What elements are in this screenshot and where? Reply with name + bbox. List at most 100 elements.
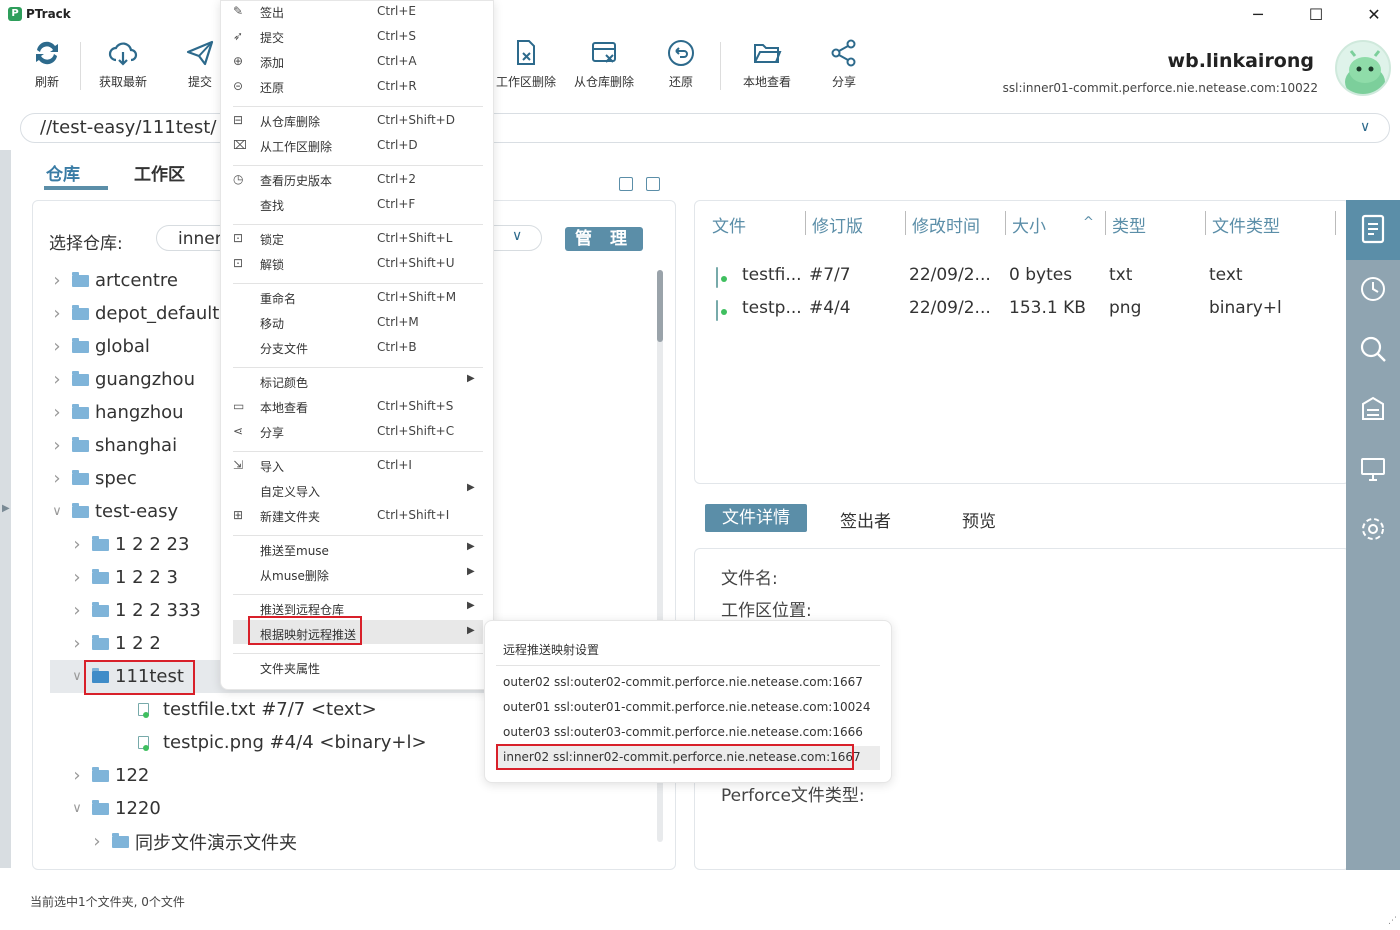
menu-item[interactable]: 自定义导入 ▶ — [221, 479, 495, 503]
menu-divider — [233, 451, 483, 452]
toolbar-get-latest-button[interactable]: 获取最新 — [85, 38, 161, 90]
tree-folder[interactable]: ∨ 1220 — [50, 792, 650, 825]
menu-item[interactable]: 标记颜色 ▶ — [221, 370, 495, 394]
menu-item[interactable]: 重命名 Ctrl+Shift+M — [221, 286, 495, 310]
chevron-right-icon[interactable]: › — [70, 534, 84, 555]
chevron-right-icon[interactable]: › — [70, 633, 84, 654]
chevron-right-icon[interactable]: › — [90, 831, 104, 852]
toolbar-refresh-button[interactable]: 刷新 — [9, 38, 85, 90]
menu-item[interactable]: ⋖ 分享 Ctrl+Shift+C — [221, 420, 495, 444]
menu-item[interactable]: 文件夹属性 — [221, 656, 495, 680]
menu-item[interactable]: ➶ 提交 Ctrl+S — [221, 25, 495, 49]
tab-checkout-users[interactable]: 签出者 — [840, 507, 891, 532]
column-divider — [1005, 211, 1006, 235]
chevron-right-icon[interactable]: › — [50, 270, 64, 291]
chevron-right-icon[interactable]: › — [70, 600, 84, 621]
menu-item[interactable]: ▭ 本地查看 Ctrl+Shift+S — [221, 395, 495, 419]
maximize-button[interactable]: ☐ — [1302, 4, 1330, 26]
submenu-item-outer02[interactable]: outer02 ssl:outer02-commit.perforce.nie.… — [503, 675, 863, 689]
menu-item-shortcut: Ctrl+B — [377, 340, 417, 354]
sort-asc-icon[interactable]: ^ — [1083, 215, 1094, 230]
menu-item[interactable]: ⊞ 新建文件夹 Ctrl+Shift+I — [221, 504, 495, 528]
toolbar-ws-delete-button[interactable]: 工作区删除 — [488, 38, 564, 90]
avatar[interactable] — [1335, 40, 1391, 96]
column-header-modified[interactable]: 修改时间 — [912, 212, 980, 237]
menu-item[interactable]: ⌧ 从工作区删除 Ctrl+D — [221, 134, 495, 158]
column-header-revision[interactable]: 修订版 — [812, 212, 863, 237]
column-header-size[interactable]: 大小 — [1012, 212, 1046, 237]
rail-history-button[interactable] — [1346, 275, 1400, 307]
resize-grip-icon[interactable]: ⋰ — [1388, 916, 1397, 926]
manage-button[interactable]: 管 理 — [565, 227, 643, 251]
chevron-right-icon[interactable]: › — [50, 336, 64, 357]
rail-stamp-button[interactable] — [1346, 395, 1400, 427]
chevron-right-icon[interactable]: › — [50, 435, 64, 456]
menu-item[interactable]: ⊡ 解锁 Ctrl+Shift+U — [221, 252, 495, 276]
filter-view-icon[interactable] — [646, 177, 660, 191]
menu-item[interactable]: ⊝ 还原 Ctrl+R — [221, 75, 495, 99]
close-button[interactable]: ✕ — [1360, 4, 1388, 26]
file-delete-icon — [517, 40, 535, 65]
menu-divider — [233, 165, 483, 166]
rail-settings-button[interactable] — [1346, 515, 1400, 547]
column-header-type[interactable]: 类型 — [1112, 212, 1146, 237]
chevron-down-icon[interactable]: ∨ — [70, 801, 84, 816]
folder-icon — [92, 601, 109, 617]
tab-underline — [44, 186, 108, 190]
chevron-down-icon[interactable]: ∨ — [1360, 119, 1370, 135]
menu-divider — [233, 594, 483, 595]
minimize-button[interactable]: ─ — [1244, 4, 1272, 26]
toolbar-revert-button[interactable]: 还原 — [643, 38, 719, 90]
tab-file-detail[interactable]: 文件详情 — [705, 504, 807, 532]
menu-item[interactable]: ◷ 查看历史版本 Ctrl+2 — [221, 168, 495, 192]
menu-item[interactable]: ⊡ 锁定 Ctrl+Shift+L — [221, 227, 495, 251]
chevron-down-icon[interactable]: ∨ — [70, 669, 84, 684]
chevron-down-icon[interactable]: ∨ — [512, 228, 522, 244]
menu-item-label: 解锁 — [260, 258, 285, 272]
table-row[interactable]: testfi... #7/7 22/09/2... 0 bytes txt te… — [712, 264, 1332, 292]
chevron-right-icon[interactable]: › — [50, 369, 64, 390]
menu-item[interactable]: 查找 Ctrl+F — [221, 193, 495, 217]
tree-label: 同步文件演示文件夹 — [135, 832, 297, 854]
chevron-right-icon[interactable]: ▶ — [2, 503, 10, 514]
status-bar-text: 当前选中1个文件夹, 0个文件 — [30, 895, 185, 909]
menu-item[interactable]: ⊟ 从仓库删除 Ctrl+Shift+D — [221, 109, 495, 133]
tree-label: testfile.txt #7/7 <text> — [163, 699, 377, 720]
list-view-icon[interactable] — [619, 177, 633, 191]
column-header-file[interactable]: 文件 — [712, 212, 746, 237]
folder-icon — [72, 337, 89, 353]
file-delete-icon: ⌧ — [233, 138, 247, 152]
submenu-item-outer01[interactable]: outer01 ssl:outer01-commit.perforce.nie.… — [503, 700, 871, 714]
menu-item[interactable]: 移动 Ctrl+M — [221, 311, 495, 335]
chevron-right-icon[interactable]: › — [50, 402, 64, 423]
rail-monitor-button[interactable] — [1346, 455, 1400, 487]
tree-label: hangzhou — [95, 402, 184, 423]
menu-item[interactable]: ⊕ 添加 Ctrl+A — [221, 50, 495, 74]
submenu-item-outer03[interactable]: outer03 ssl:outer03-commit.perforce.nie.… — [503, 725, 863, 739]
chevron-right-icon[interactable]: › — [70, 765, 84, 786]
table-row[interactable]: testp... #4/4 22/09/2... 153.1 KB png bi… — [712, 297, 1332, 325]
tab-preview[interactable]: 预览 — [962, 507, 996, 532]
highlight-box-menu — [248, 616, 362, 645]
tab-workspace[interactable]: 工作区 — [134, 160, 185, 185]
chevron-right-icon[interactable]: › — [50, 303, 64, 324]
menu-item[interactable]: 分支文件 Ctrl+B — [221, 336, 495, 360]
menu-item[interactable]: ⇲ 导入 Ctrl+I — [221, 454, 495, 478]
toolbar-label: 本地查看 — [742, 75, 791, 89]
tab-repo[interactable]: 仓库 — [46, 160, 80, 185]
chevron-down-icon[interactable]: ∨ — [50, 504, 64, 519]
chevron-right-icon[interactable]: › — [70, 567, 84, 588]
toolbar-repo-delete-button[interactable]: 从仓库删除 — [566, 38, 642, 90]
rail-search-button[interactable] — [1346, 335, 1400, 367]
column-header-filetype[interactable]: 文件类型 — [1212, 212, 1280, 237]
menu-item[interactable]: 推送至muse ▶ — [221, 538, 495, 562]
menu-item[interactable]: 从muse删除 ▶ — [221, 563, 495, 587]
menu-item[interactable]: ✎ 签出 Ctrl+E — [221, 0, 495, 24]
toolbar-label: 从仓库删除 — [573, 75, 634, 89]
chevron-right-icon[interactable]: › — [50, 468, 64, 489]
scrollbar-thumb[interactable] — [657, 270, 663, 342]
toolbar-local-view-button[interactable]: 本地查看 — [729, 38, 805, 90]
tree-folder[interactable]: › 同步文件演示文件夹 — [50, 825, 650, 858]
toolbar-share-button[interactable]: 分享 — [806, 38, 882, 90]
rail-file-list-button[interactable] — [1346, 214, 1400, 248]
